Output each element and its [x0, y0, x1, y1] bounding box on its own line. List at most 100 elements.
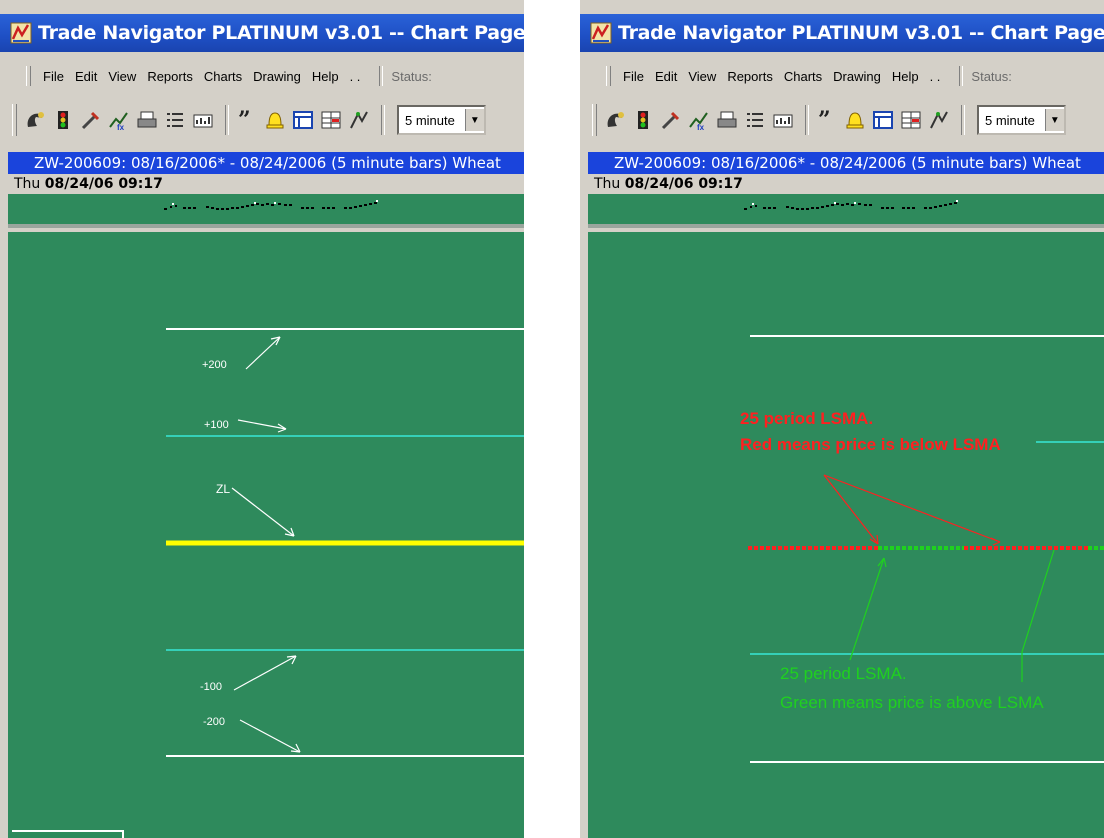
right-window: Trade Navigator PLATINUM v3.01 -- Chart …	[580, 0, 1104, 838]
menu-charts[interactable]: Charts	[784, 69, 822, 84]
date-value: 08/24/06 09:17	[624, 176, 743, 192]
menu-separator	[959, 66, 964, 86]
bottom-tab	[12, 830, 124, 838]
menu-more[interactable]: . .	[350, 69, 361, 84]
toolbar-grip	[12, 104, 17, 136]
label-zero-line: ZL	[216, 482, 230, 496]
svg-text:”: ”	[818, 109, 831, 131]
status-label: Status:	[391, 68, 432, 84]
chart-pane-drawing: +200 +100 ZL -100 -200	[166, 328, 524, 757]
window-icon[interactable]	[291, 107, 315, 133]
wizard-icon[interactable]	[23, 107, 47, 133]
title-bar[interactable]: Trade Navigator PLATINUM v3.01 -- Chart …	[0, 14, 524, 52]
app-icon	[10, 22, 32, 44]
menu-bar: File Edit View Reports Charts Drawing He…	[580, 62, 1104, 90]
indicator-strip-dots	[8, 200, 524, 228]
date-value: 08/24/06 09:17	[44, 176, 163, 192]
indicator-strip	[8, 194, 524, 228]
arrow-minus200	[239, 719, 301, 753]
green-arrow-1	[849, 557, 885, 661]
menu-drawing[interactable]: Drawing	[253, 69, 301, 84]
date-weekday: Thu	[14, 176, 41, 192]
drawing-icon[interactable]	[927, 107, 951, 133]
quotes-icon[interactable]: ”	[235, 107, 259, 133]
list-icon[interactable]	[163, 107, 187, 133]
chart-pane-drawing: 25 period LSMA. Red means price is below…	[740, 335, 1104, 763]
chart-icon[interactable]	[191, 107, 215, 133]
svg-text:”: ”	[238, 109, 251, 131]
tools-icon[interactable]	[659, 107, 683, 133]
menu-help[interactable]: Help	[312, 69, 339, 84]
menu-help[interactable]: Help	[892, 69, 919, 84]
date-row: Thu 08/24/06 09:17	[588, 174, 1104, 194]
studies-icon[interactable]: fx	[107, 107, 131, 133]
label-minus200: -200	[203, 716, 225, 728]
traffic-light-icon[interactable]	[51, 107, 75, 133]
label-minus100: -100	[200, 681, 222, 693]
menu-edit[interactable]: Edit	[75, 69, 97, 84]
title-bar[interactable]: Trade Navigator PLATINUM v3.01 -- Chart …	[580, 14, 1104, 52]
chart-header: ZW-200609: 08/16/2006* - 08/24/2006 (5 m…	[8, 152, 524, 174]
menu-reports[interactable]: Reports	[147, 69, 193, 84]
chart-pane[interactable]: 25 period LSMA. Red means price is below…	[588, 232, 1104, 838]
window-title: Trade Navigator PLATINUM v3.01 -- Chart …	[38, 22, 524, 44]
strip-separator	[588, 224, 1104, 228]
arrow-minus100	[233, 655, 297, 691]
interval-value: 5 minute	[405, 112, 455, 128]
red-arrow-head-2	[990, 537, 1001, 546]
drawing-icon[interactable]	[347, 107, 371, 133]
alert-bell-icon[interactable]	[263, 107, 287, 133]
interval-select[interactable]: 5 minute ▼	[977, 105, 1066, 135]
menu-edit[interactable]: Edit	[655, 69, 677, 84]
toolbar-separator	[805, 105, 809, 135]
menu-view[interactable]: View	[688, 69, 716, 84]
chart-header: ZW-200609: 08/16/2006* - 08/24/2006 (5 m…	[588, 152, 1104, 174]
app-icon	[590, 22, 612, 44]
menu-bar: File Edit View Reports Charts Drawing He…	[0, 62, 524, 90]
print-icon[interactable]	[135, 107, 159, 133]
indicator-strip-dots	[588, 200, 1104, 228]
menu-grip	[606, 66, 611, 86]
chart-pane[interactable]: +200 +100 ZL -100 -200	[8, 232, 524, 838]
red-note-line1: 25 period LSMA.	[740, 409, 873, 428]
tools-icon[interactable]	[79, 107, 103, 133]
toolbar-separator-2	[961, 105, 965, 135]
interval-select[interactable]: 5 minute ▼	[397, 105, 486, 135]
menu-file[interactable]: File	[43, 69, 64, 84]
date-weekday: Thu	[594, 176, 621, 192]
chevron-down-icon[interactable]: ▼	[1044, 109, 1064, 131]
traffic-light-icon[interactable]	[631, 107, 655, 133]
table-icon[interactable]	[899, 107, 923, 133]
wizard-icon[interactable]	[603, 107, 627, 133]
menu-charts[interactable]: Charts	[204, 69, 242, 84]
label-plus100: +100	[204, 419, 229, 431]
indicator-strip	[588, 194, 1104, 228]
menu-view[interactable]: View	[108, 69, 136, 84]
print-icon[interactable]	[715, 107, 739, 133]
window-title: Trade Navigator PLATINUM v3.01 -- Chart …	[618, 22, 1104, 44]
alert-bell-icon[interactable]	[843, 107, 867, 133]
menu-drawing[interactable]: Drawing	[833, 69, 881, 84]
menu-more[interactable]: . .	[930, 69, 941, 84]
chart-icon[interactable]	[771, 107, 795, 133]
interval-value: 5 minute	[985, 112, 1035, 128]
chevron-down-icon[interactable]: ▼	[464, 109, 484, 131]
red-note-line2: Red means price is below LSMA	[740, 435, 1001, 454]
table-icon[interactable]	[319, 107, 343, 133]
menu-reports[interactable]: Reports	[727, 69, 773, 84]
toolbar: fx ” 5 minute ▼	[580, 96, 1104, 144]
toolbar-separator-2	[381, 105, 385, 135]
menu-file[interactable]: File	[623, 69, 644, 84]
svg-text:fx: fx	[117, 123, 125, 131]
toolbar-grip	[592, 104, 597, 136]
menu-separator	[379, 66, 384, 86]
toolbar: fx ” 5 minute ▼	[0, 96, 524, 144]
window-icon[interactable]	[871, 107, 895, 133]
green-note-line1: 25 period LSMA.	[780, 664, 907, 683]
green-arrow-2	[1021, 549, 1055, 682]
green-note-line2: Green means price is above LSMA	[780, 693, 1044, 712]
studies-icon[interactable]: fx	[687, 107, 711, 133]
left-window: Trade Navigator PLATINUM v3.01 -- Chart …	[0, 0, 524, 838]
quotes-icon[interactable]: ”	[815, 107, 839, 133]
list-icon[interactable]	[743, 107, 767, 133]
